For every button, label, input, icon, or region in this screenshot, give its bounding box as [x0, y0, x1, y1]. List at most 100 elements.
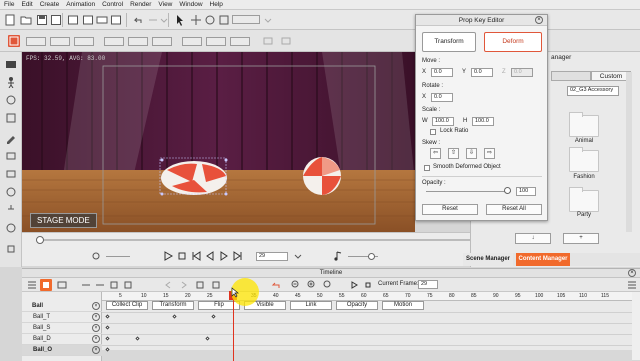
menu-file[interactable]: File: [4, 1, 14, 8]
play-icon[interactable]: [162, 250, 174, 262]
lock-ratio-checkbox[interactable]: [430, 129, 436, 135]
keyframe[interactable]: [205, 336, 210, 341]
save-icon[interactable]: [36, 14, 48, 26]
track-ball-o[interactable]: Ball_O: [22, 345, 102, 356]
opacity-handle[interactable]: [504, 187, 511, 194]
clip-header-collect-clip[interactable]: Collect Clip: [106, 301, 148, 310]
track-ball[interactable]: Ball: [22, 301, 102, 312]
playhead-line[interactable]: [233, 292, 234, 361]
rot-z-field[interactable]: [152, 37, 172, 46]
folder-fashion[interactable]: [569, 147, 599, 172]
open-icon[interactable]: [20, 14, 32, 26]
scale-icon[interactable]: [218, 14, 230, 26]
rotate-input[interactable]: 0.0: [431, 93, 453, 102]
move-z-input[interactable]: 0.0: [511, 68, 533, 77]
layer-icon[interactable]: [5, 150, 17, 162]
timeline-close-icon[interactable]: ×: [628, 269, 636, 277]
render-icon[interactable]: [96, 14, 108, 26]
snap-icon[interactable]: [280, 35, 292, 47]
scale-w-input[interactable]: 100.0: [432, 117, 454, 126]
new-icon[interactable]: [4, 14, 16, 26]
camera-icon[interactable]: [5, 58, 17, 70]
scene-icon[interactable]: [5, 112, 17, 124]
clip-header-link[interactable]: Link: [290, 301, 332, 310]
align-icon[interactable]: [262, 35, 274, 47]
track-list-icon[interactable]: [26, 279, 38, 291]
zoom-fit-icon[interactable]: [322, 279, 334, 291]
scale-z-field[interactable]: [230, 37, 250, 46]
track-ball-t[interactable]: Ball_T: [22, 312, 102, 323]
skew-down-icon[interactable]: ⇩: [466, 148, 477, 159]
clip-header-motion[interactable]: Motion: [382, 301, 424, 310]
keyframe[interactable]: [105, 325, 110, 330]
scale-y-field[interactable]: [206, 37, 226, 46]
track-ball-d[interactable]: Ball_D: [22, 334, 102, 345]
transform-dropdown-icon[interactable]: [262, 14, 274, 26]
library-dropdown[interactable]: 02_G3 Accessory: [567, 86, 619, 96]
toggle-icon[interactable]: ×: [92, 313, 100, 321]
keyframe[interactable]: [172, 314, 177, 319]
library-scrollbar[interactable]: [626, 72, 632, 232]
transform-mode-button[interactable]: Transform: [422, 32, 476, 52]
toggle-icon[interactable]: ×: [92, 335, 100, 343]
scene-manager-tab[interactable]: Scene Manager: [463, 253, 513, 266]
custom-tab[interactable]: Custom: [591, 71, 631, 81]
rotate-icon[interactable]: [204, 14, 216, 26]
zoom-out-icon[interactable]: [290, 279, 302, 291]
folder-animal[interactable]: [569, 112, 599, 137]
edit-icon[interactable]: [5, 132, 17, 144]
stage-viewport[interactable]: FPS: 32.59, AVG: 83.00 STAGE MODE: [22, 52, 415, 232]
last-frame-icon[interactable]: [232, 250, 244, 262]
stop-icon[interactable]: [176, 250, 188, 262]
add-button[interactable]: +: [563, 233, 599, 244]
frame-ruler[interactable]: 5 10 15 20 25 30 35 40 45 50 55 60 65 70…: [102, 292, 632, 301]
pos-y-field[interactable]: [50, 37, 70, 46]
move-y-input[interactable]: 0.0: [471, 68, 493, 77]
download-button[interactable]: ↓: [515, 233, 551, 244]
save-as-icon[interactable]: [50, 14, 62, 26]
keyframe[interactable]: [105, 314, 110, 319]
hand-icon[interactable]: [5, 242, 17, 254]
insert-key-icon[interactable]: [108, 279, 120, 291]
scrub-track[interactable]: [36, 239, 476, 241]
clip-header-opacity[interactable]: Opacity: [336, 301, 378, 310]
shift-key-icon[interactable]: [94, 279, 106, 291]
scale-h-input[interactable]: 100.0: [472, 117, 494, 126]
frame-input[interactable]: 29: [256, 252, 288, 261]
skew-left-icon[interactable]: ⇦: [430, 148, 441, 159]
group-icon[interactable]: [5, 168, 17, 180]
menu-edit[interactable]: Edit: [21, 1, 32, 8]
keyframe[interactable]: [105, 336, 110, 341]
puppet-icon[interactable]: [5, 186, 17, 198]
snap-key-icon[interactable]: [194, 279, 206, 291]
rot-y-field[interactable]: [128, 37, 148, 46]
volume-handle[interactable]: [368, 253, 375, 260]
opacity-slider[interactable]: [426, 191, 511, 192]
move-icon[interactable]: [190, 14, 202, 26]
menu-help[interactable]: Help: [210, 1, 223, 8]
template-tab[interactable]: [551, 71, 591, 81]
deform-mode-button[interactable]: Deform: [484, 32, 542, 52]
publish-icon[interactable]: [110, 14, 122, 26]
toggle-icon[interactable]: ×: [92, 302, 100, 310]
content-manager-tab[interactable]: Content Manager: [516, 253, 570, 266]
reset-button[interactable]: Reset: [422, 204, 478, 215]
select-icon[interactable]: [174, 14, 186, 26]
transform-field[interactable]: [232, 15, 260, 24]
menu-view[interactable]: View: [158, 1, 172, 8]
track-area[interactable]: Collect Clip Transform Flip Visible Link…: [102, 292, 632, 361]
menu-animation[interactable]: Animation: [66, 1, 95, 8]
next-frame-icon[interactable]: [218, 250, 230, 262]
prev-key-icon[interactable]: [162, 279, 174, 291]
clip-header-transform[interactable]: Transform: [152, 301, 194, 310]
loop-icon[interactable]: [90, 250, 102, 262]
music-note-icon[interactable]: [332, 250, 344, 262]
folder-party[interactable]: [569, 187, 599, 212]
actor-icon[interactable]: [5, 76, 17, 89]
undo-track-icon[interactable]: [270, 279, 282, 291]
key-mode-icon[interactable]: [40, 279, 52, 291]
menu-window[interactable]: Window: [179, 1, 202, 8]
undo-icon[interactable]: [132, 14, 144, 26]
timeline-play-icon[interactable]: [348, 279, 360, 291]
key-options-icon[interactable]: [122, 279, 134, 291]
